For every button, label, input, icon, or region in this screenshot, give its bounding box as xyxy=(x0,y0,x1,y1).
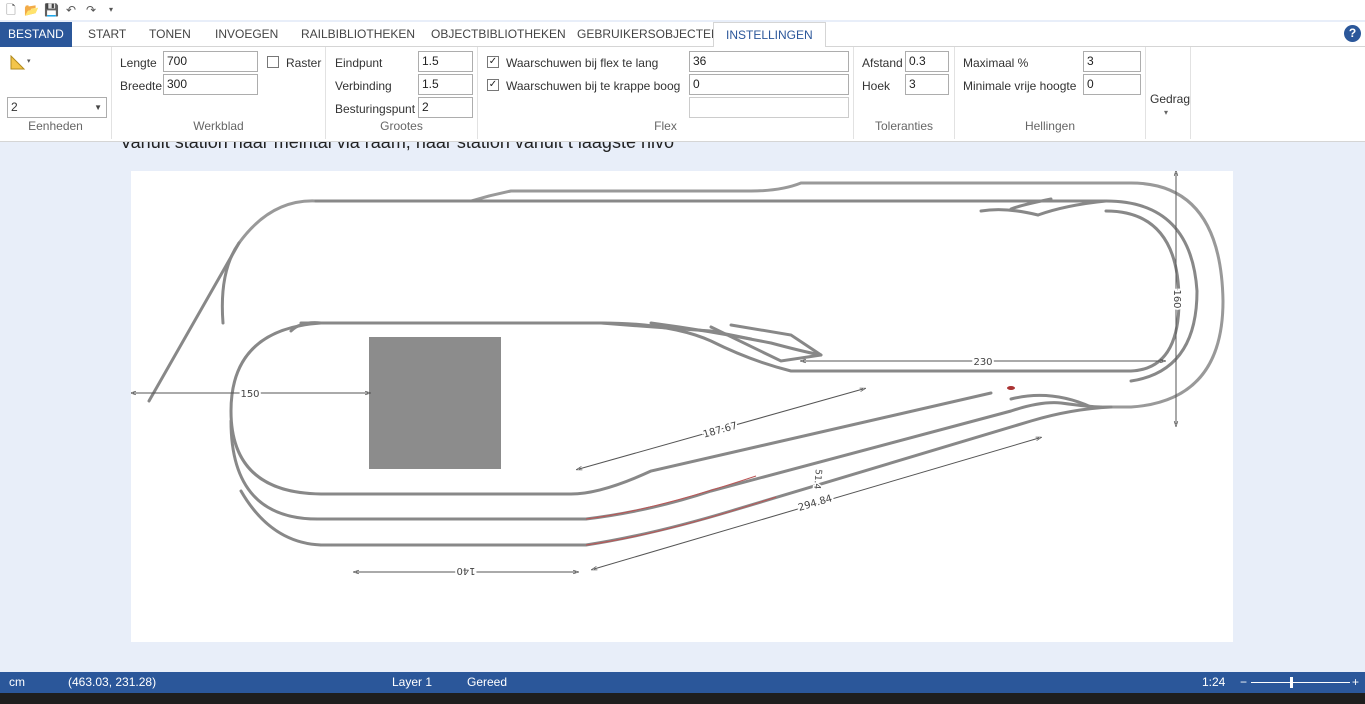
dimension-label: 230 xyxy=(973,357,992,368)
zoom-slider-thumb[interactable] xyxy=(1290,677,1293,688)
dimension-label: 187.67 xyxy=(702,421,739,441)
endpoint-marker[interactable] xyxy=(1007,386,1015,390)
tab-user-objects[interactable]: GEBRUIKERSOBJECTEN xyxy=(577,22,720,47)
quick-access-toolbar: 🗋 📂 💾 ↶ ↷ ▾ xyxy=(0,0,1365,20)
group-label-flex: Flex xyxy=(654,119,677,133)
distance-input[interactable]: 0.3 xyxy=(905,51,949,72)
save-icon[interactable]: 💾 xyxy=(44,3,59,17)
dimension-label: 140 xyxy=(456,565,475,576)
group-tolerances: Afstand 0.3 Hoek 3 Toleranties xyxy=(854,47,955,139)
length-label: Lengte xyxy=(120,56,157,70)
warn-long-label: Waarschuwen bij flex te lang xyxy=(506,56,659,70)
status-coordinates: (463.03, 231.28) xyxy=(68,675,157,689)
group-label-worksheet: Werkblad xyxy=(193,119,244,133)
worksheet[interactable]: 230 160 150 187.67 294.84 140 51.4 xyxy=(131,171,1233,642)
chevron-down-icon: ▾ xyxy=(1164,108,1169,117)
tab-rail-library[interactable]: RAILBIBLIOTHEKEN xyxy=(301,22,415,47)
ribbon-panel: ▾ 2 ▼ Eenheden Lengte 700 Breedte 300 Ra… xyxy=(0,47,1365,142)
control-point-input[interactable]: 2 xyxy=(418,97,473,118)
group-label-tolerances: Toleranties xyxy=(874,119,934,133)
chevron-down-icon: ▼ xyxy=(94,103,102,112)
dimension-label: 160 xyxy=(1171,289,1182,308)
group-worksheet: Lengte 700 Breedte 300 Raster Werkblad xyxy=(112,47,326,139)
group-flex: ✓ Waarschuwen bij flex te lang 36 ✓ Waar… xyxy=(478,47,854,139)
ruler-icon[interactable]: ▾ xyxy=(10,55,32,71)
status-bar: cm (463.03, 231.28) Layer 1 Gereed 1:24 … xyxy=(0,672,1365,693)
dimension-label: 150 xyxy=(240,389,259,400)
grid-label: Raster xyxy=(286,56,322,70)
zoom-out-button[interactable]: − xyxy=(1240,672,1247,693)
width-input[interactable]: 300 xyxy=(163,74,258,95)
units-value: 2 xyxy=(11,100,18,114)
zoom-slider-track[interactable] xyxy=(1251,682,1350,683)
track-lines xyxy=(147,181,1225,547)
length-input[interactable]: 700 xyxy=(163,51,258,72)
min-height-label: Minimale vrije hoogte xyxy=(963,79,1077,93)
connection-input[interactable]: 1.5 xyxy=(418,74,473,95)
help-icon[interactable]: ? xyxy=(1344,25,1361,42)
units-select[interactable]: 2 ▼ xyxy=(7,97,107,118)
endpoint-input[interactable]: 1.5 xyxy=(418,51,473,72)
svg-text:▾: ▾ xyxy=(27,57,31,65)
warn-curve-input[interactable]: 0 xyxy=(689,74,849,95)
max-slope-input[interactable]: 3 xyxy=(1083,51,1141,72)
tab-insert[interactable]: INVOEGEN xyxy=(215,22,278,47)
zoom-in-button[interactable]: + xyxy=(1352,672,1359,693)
warn-curve-checkbox[interactable]: ✓ xyxy=(487,79,499,91)
group-label-units: Eenheden xyxy=(28,119,83,133)
connection-label: Verbinding xyxy=(335,79,392,93)
flex-empty-input[interactable] xyxy=(689,97,849,118)
warn-curve-label: Waarschuwen bij te krappe boog xyxy=(506,79,681,93)
group-sizes: Eindpunt 1.5 Verbinding 1.5 Besturingspu… xyxy=(326,47,478,139)
width-label: Breedte xyxy=(120,79,163,93)
tab-file[interactable]: BESTAND xyxy=(0,22,72,47)
redo-icon[interactable]: ↷ xyxy=(84,3,98,17)
layout-title: Vanuit station naar meintal via raam, na… xyxy=(120,142,674,152)
group-label-slopes: Hellingen xyxy=(1024,119,1076,133)
drawing-canvas[interactable]: Vanuit station naar meintal via raam, na… xyxy=(0,142,1365,672)
status-layer[interactable]: Layer 1 xyxy=(392,672,432,693)
group-behavior[interactable]: Gedrag ▾ xyxy=(1146,47,1191,139)
group-units: ▾ 2 ▼ Eenheden xyxy=(0,47,112,139)
tab-start[interactable]: START xyxy=(88,22,126,47)
track-layout[interactable]: 230 160 150 187.67 294.84 140 51.4 xyxy=(131,171,1233,642)
new-file-icon[interactable]: 🗋 xyxy=(4,3,18,17)
distance-label: Afstand xyxy=(862,56,903,70)
warn-long-checkbox[interactable]: ✓ xyxy=(487,56,499,68)
ribbon-tabs: BESTAND START TONEN INVOEGEN RAILBIBLIOT… xyxy=(0,22,1365,48)
angle-input[interactable]: 3 xyxy=(905,74,949,95)
behavior-label: Gedrag xyxy=(1150,92,1191,106)
undo-icon[interactable]: ↶ xyxy=(64,3,78,17)
dimension-label: 51.4 xyxy=(811,469,823,490)
control-point-label: Besturingspunt xyxy=(335,102,416,116)
tab-settings[interactable]: INSTELLINGEN xyxy=(713,22,826,48)
angle-label: Hoek xyxy=(862,79,891,93)
group-label-sizes: Grootes xyxy=(380,119,423,133)
tab-object-library[interactable]: OBJECTBIBLIOTHEKEN xyxy=(431,22,566,47)
min-height-input[interactable]: 0 xyxy=(1083,74,1141,95)
zoom-level: 1:24 xyxy=(1202,675,1226,689)
group-slopes: Maximaal % 3 Minimale vrije hoogte 0 Hel… xyxy=(955,47,1146,139)
open-folder-icon[interactable]: 📂 xyxy=(24,3,39,17)
os-taskbar xyxy=(0,693,1365,704)
customize-dropdown-icon[interactable]: ▾ xyxy=(104,3,118,17)
max-slope-label: Maximaal % xyxy=(963,56,1029,70)
tab-view[interactable]: TONEN xyxy=(149,22,191,47)
endpoint-label: Eindpunt xyxy=(335,56,383,70)
status-state: Gereed xyxy=(467,675,508,689)
warn-long-input[interactable]: 36 xyxy=(689,51,849,72)
building-block[interactable] xyxy=(369,337,501,469)
status-unit: cm xyxy=(9,675,25,689)
flex-warning-segment xyxy=(585,496,777,546)
grid-checkbox[interactable] xyxy=(267,56,279,68)
dimension-label: 294.84 xyxy=(797,493,834,513)
